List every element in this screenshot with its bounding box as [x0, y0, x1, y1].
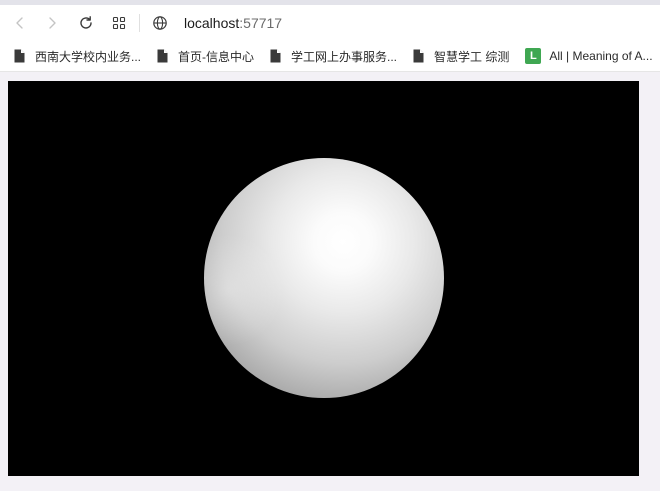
bookmark-item[interactable]: L All | Meaning of A...: [525, 45, 653, 67]
l-logo-icon: L: [525, 48, 542, 64]
bookmark-item[interactable]: 学工网上办事服务...: [270, 45, 397, 67]
sphere-rim-light: [204, 158, 444, 398]
bookmarks-bar: 西南大学校内业务... 首页-信息中心 学工网上办事服务... 智慧学工 综测 …: [0, 41, 660, 72]
reload-button[interactable]: [74, 11, 98, 35]
arrow-right-icon: [45, 16, 59, 30]
browser-window: localhost:57717 西南大学校内业务... 首页-信息中心 学工网上…: [0, 0, 660, 491]
toolbar-separator: [139, 14, 140, 32]
grid-icon: [112, 16, 126, 30]
forward-button[interactable]: [40, 11, 64, 35]
page-icon: [413, 49, 424, 63]
bookmark-item[interactable]: 西南大学校内业务...: [14, 45, 141, 67]
globe-icon[interactable]: [150, 13, 170, 33]
browser-toolbar: localhost:57717: [0, 5, 660, 41]
arrow-left-icon: [13, 16, 27, 30]
url-host[interactable]: localhost: [184, 15, 239, 31]
bookmark-label: 学工网上办事服务...: [291, 49, 398, 64]
page-icon: [270, 49, 281, 63]
bookmark-label: 西南大学校内业务...: [35, 49, 142, 64]
url-port[interactable]: :57717: [239, 15, 282, 31]
apps-button[interactable]: [107, 11, 131, 35]
page-icon: [14, 49, 25, 63]
bookmark-label: 智慧学工 综测: [434, 49, 510, 64]
page-icon: [157, 49, 168, 63]
bookmark-label: All | Meaning of A...: [549, 49, 653, 63]
reload-icon: [78, 15, 94, 31]
webgl-canvas[interactable]: [8, 81, 639, 476]
back-button[interactable]: [8, 11, 32, 35]
bookmark-item[interactable]: 智慧学工 综测: [413, 45, 509, 67]
bookmark-item[interactable]: 首页-信息中心: [157, 45, 254, 67]
bookmark-label: 首页-信息中心: [178, 49, 255, 64]
address-bar[interactable]: localhost:57717: [150, 10, 282, 36]
